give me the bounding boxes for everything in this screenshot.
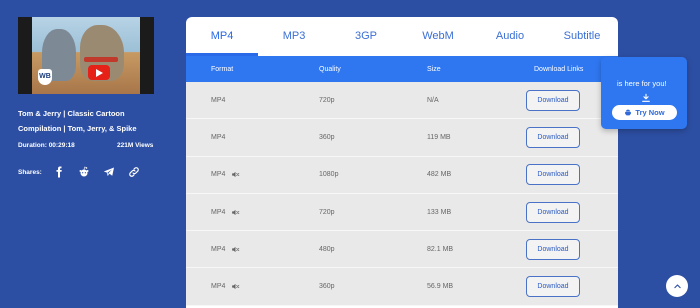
row-quality: 720p [319, 208, 335, 216]
row-quality: 360p [319, 283, 335, 291]
tab-subtitle[interactable]: Subtitle [546, 17, 618, 56]
chevron-up-icon [673, 283, 681, 288]
format-label: MP4 [211, 208, 226, 216]
download-button[interactable]: Download [526, 201, 580, 223]
wb-logo-icon: WB [38, 69, 52, 85]
format-label: MP4 [211, 283, 226, 291]
tab-mp4[interactable]: MP4 [186, 17, 258, 56]
video-duration: Duration: 00:29:18 [18, 142, 75, 149]
header-quality: Quality [319, 65, 341, 73]
table-row: MP4 720p N/A Download [186, 82, 618, 120]
link-icon[interactable] [125, 163, 142, 180]
row-format: MP4 [186, 208, 294, 217]
download-button[interactable]: Download [526, 238, 580, 260]
format-tabs: MP4 MP3 3GP WebM Audio Subtitle [186, 17, 618, 56]
video-thumbnail[interactable]: WB [18, 17, 154, 94]
row-size: N/A [427, 96, 439, 104]
try-now-label: Try Now [635, 108, 665, 117]
download-button[interactable]: Download [526, 89, 580, 111]
format-label: MP4 [211, 245, 226, 253]
table-row: MP4 720p 133 MB Download [186, 193, 618, 232]
row-link: Download [510, 126, 618, 148]
row-quality: 1080p [319, 171, 339, 179]
row-quality: 720p [319, 96, 335, 104]
download-icon [642, 93, 650, 102]
video-views: 221M Views [117, 142, 154, 149]
row-link: Download [510, 276, 618, 298]
format-label: MP4 [211, 96, 226, 104]
muted-icon [232, 172, 240, 178]
reddit-icon[interactable] [75, 163, 92, 180]
row-quality: 480p [319, 245, 335, 253]
row-size: 82.1 MB [427, 245, 454, 253]
row-format: MP4 [186, 282, 294, 291]
tab-mp3[interactable]: MP3 [258, 17, 330, 56]
promo-text: is here for you! [617, 79, 667, 88]
facebook-icon[interactable] [50, 163, 67, 180]
table-row: MP4 360p 119 MB Download [186, 119, 618, 157]
row-format: MP4 [186, 134, 294, 141]
tab-3gp[interactable]: 3GP [330, 17, 402, 56]
download-button[interactable]: Download [526, 164, 580, 186]
share-icons [50, 163, 142, 180]
row-size: 56.9 MB [427, 283, 454, 291]
download-button[interactable]: Download [526, 276, 580, 298]
row-quality: 360p [319, 133, 335, 141]
scroll-top-button[interactable] [666, 275, 688, 297]
row-size: 482 MB [427, 171, 452, 179]
thumbnail-collar [84, 57, 118, 62]
table-row: MP4 360p 56.9 MB Download [186, 268, 618, 306]
format-label: MP4 [211, 171, 226, 179]
video-title: Tom & Jerry | Classic Cartoon Compilatio… [18, 109, 137, 133]
shares-label: Shares: [18, 169, 42, 176]
download-panel: MP4 MP3 3GP WebM Audio Subtitle Format Q… [186, 17, 618, 308]
row-size: 133 MB [427, 208, 452, 216]
table-body: MP4 720p N/A Download MP4 360p 119 MB Download M… [186, 82, 618, 306]
format-label: MP4 [211, 133, 226, 141]
android-icon [625, 109, 632, 115]
play-icon[interactable] [88, 65, 110, 80]
download-button[interactable]: Download [526, 126, 580, 148]
row-link: Download [510, 201, 618, 223]
header-size: Size [427, 65, 441, 73]
table-row: MP4 1080p 482 MB Download [186, 156, 618, 194]
row-link: Download [510, 238, 618, 260]
muted-icon [232, 209, 240, 215]
row-format: MP4 [186, 245, 294, 254]
tab-audio[interactable]: Audio [474, 17, 546, 56]
row-format: MP4 [186, 97, 294, 104]
row-format: MP4 [186, 170, 294, 179]
muted-icon [232, 284, 240, 290]
table-header: Format Quality Size Download Links [186, 56, 618, 82]
header-format: Format [211, 65, 234, 73]
try-now-button[interactable]: Try Now [612, 105, 677, 120]
muted-icon [232, 246, 240, 252]
telegram-icon[interactable] [100, 163, 117, 180]
table-row: MP4 480p 82.1 MB Download [186, 231, 618, 269]
app-promo-popup: is here for you! Try Now [601, 57, 687, 129]
tab-webm[interactable]: WebM [402, 17, 474, 56]
row-link: Download [510, 164, 618, 186]
row-size: 119 MB [427, 133, 451, 141]
